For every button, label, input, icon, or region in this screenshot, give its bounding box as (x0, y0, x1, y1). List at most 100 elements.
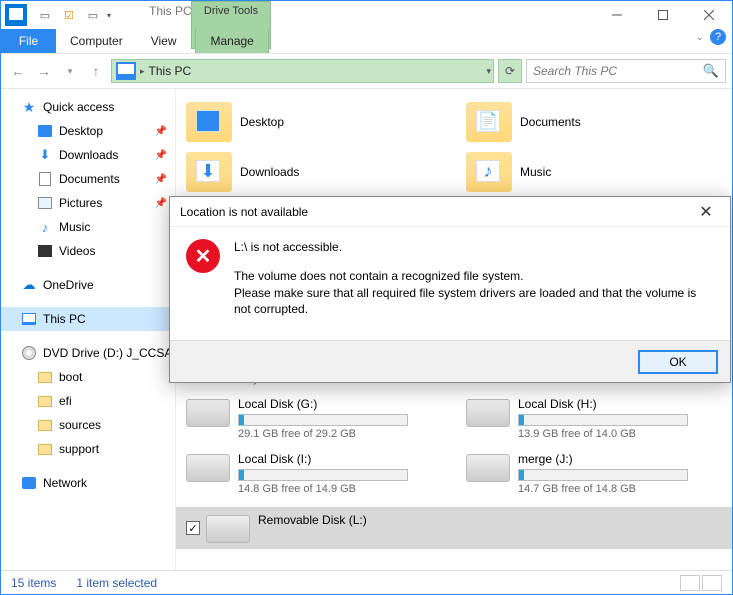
cloud-icon: ☁ (21, 277, 37, 293)
manage-tab[interactable]: Manage (195, 29, 268, 53)
breadcrumb[interactable]: This PC (145, 64, 196, 78)
drive-h[interactable]: Local Disk (H:) 13.9 GB free of 14.0 GB (466, 397, 706, 440)
back-button[interactable]: ← (7, 60, 29, 82)
sidebar-pictures[interactable]: Pictures📌 (1, 191, 175, 215)
details-view-button[interactable] (680, 575, 700, 591)
removable-drive-icon (206, 515, 250, 543)
sidebar-item-label: Documents (59, 172, 120, 186)
computer-tab[interactable]: Computer (56, 29, 137, 53)
folder-documents[interactable]: 📄 Documents (466, 97, 706, 147)
drive-free-label: 29.1 GB free of 29.2 GB (238, 428, 426, 440)
pc-icon (22, 313, 36, 325)
drive-capacity-bar (518, 414, 688, 426)
sidebar-documents[interactable]: Documents 📌 (1, 167, 175, 191)
item-label: Desktop (240, 115, 284, 129)
pictures-icon (38, 197, 52, 209)
folder-icon (186, 102, 232, 142)
navigation-bar: ← → ▾ ↑ ▸ This PC ▾ ⟳ 🔍 (1, 53, 732, 89)
desktop-icon (38, 125, 52, 137)
pin-icon: 📌 (155, 174, 167, 185)
sidebar-sources[interactable]: sources (1, 413, 175, 437)
drive-capacity-bar (238, 414, 408, 426)
sidebar-item-label: DVD Drive (D:) J_CCSA (43, 346, 172, 360)
drive-j[interactable]: merge (J:) 14.7 GB free of 14.8 GB (466, 452, 706, 495)
drive-g[interactable]: Local Disk (G:) 29.1 GB free of 29.2 GB (186, 397, 426, 440)
sidebar-dvd[interactable]: DVD Drive (D:) J_CCSA (1, 341, 175, 365)
qat-newfolder-icon[interactable]: ▭ (83, 5, 103, 25)
sidebar-videos[interactable]: Videos (1, 239, 175, 263)
sidebar-support[interactable]: support (1, 437, 175, 461)
item-label: Music (520, 165, 551, 179)
drive-name: Local Disk (G:) (238, 397, 426, 411)
refresh-button[interactable]: ⟳ (498, 59, 522, 83)
sidebar-network[interactable]: Network (1, 471, 175, 495)
sidebar-item-label: Music (59, 220, 90, 234)
address-bar[interactable]: ▸ This PC ▾ (111, 59, 494, 83)
dialog-close-button[interactable]: ✕ (692, 202, 720, 222)
sidebar-this-pc[interactable]: This PC (1, 307, 175, 331)
address-dropdown-icon[interactable]: ▾ (486, 66, 491, 77)
sidebar-onedrive[interactable]: ☁OneDrive (1, 273, 175, 297)
dialog-titlebar: Location is not available ✕ (170, 197, 730, 227)
search-icon[interactable]: 🔍 (703, 63, 719, 79)
drive-icon (186, 454, 230, 482)
folder-downloads[interactable]: ⬇ Downloads (186, 147, 426, 197)
drive-free-label: 14.8 GB free of 14.9 GB (238, 483, 426, 495)
ribbon-tabs: File Computer View Manage ⌄ ? (1, 29, 732, 53)
sidebar-item-label: Pictures (59, 196, 102, 210)
dialog-title: Location is not available (180, 205, 308, 219)
music-icon: ♪ (37, 219, 53, 235)
search-input[interactable] (533, 64, 703, 78)
sidebar-item-label: support (59, 442, 99, 456)
folder-desktop[interactable]: Desktop (186, 97, 426, 147)
sidebar-efi[interactable]: efi (1, 389, 175, 413)
folder-icon (38, 396, 52, 407)
recent-locations-icon[interactable]: ▾ (59, 60, 81, 82)
drive-i[interactable]: Local Disk (I:) 14.8 GB free of 14.9 GB (186, 452, 426, 495)
disc-icon (22, 346, 36, 360)
folder-icon: ♪ (466, 152, 512, 192)
qat-checkbox-icon[interactable]: ☑ (59, 5, 79, 25)
sidebar-quick-access[interactable]: ★Quick access (1, 95, 175, 119)
up-button[interactable]: ↑ (85, 60, 107, 82)
video-icon (38, 245, 52, 257)
help-icon[interactable]: ? (710, 29, 726, 45)
item-label: Documents (520, 115, 581, 129)
search-box[interactable]: 🔍 (526, 59, 726, 83)
app-icon[interactable] (5, 4, 27, 26)
drive-name: Removable Disk (L:) (258, 513, 446, 527)
titlebar: ▭ ☑ ▭ ▾ Drive Tools This PC (1, 1, 732, 29)
folder-icon: 📄 (466, 102, 512, 142)
qat-dropdown-icon[interactable]: ▾ (107, 11, 119, 20)
window-title: This PC (149, 1, 192, 18)
sidebar-item-label: Desktop (59, 124, 103, 138)
ok-button[interactable]: OK (638, 350, 718, 374)
folder-icon (38, 372, 52, 383)
drive-icon (186, 399, 230, 427)
selection-checkbox[interactable]: ✓ (186, 521, 200, 535)
drive-free-label: 13.9 GB free of 14.0 GB (518, 428, 706, 440)
pin-icon: 📌 (155, 150, 167, 161)
close-button[interactable] (686, 1, 732, 29)
view-tab[interactable]: View (137, 29, 191, 53)
dialog-footer: OK (170, 340, 730, 382)
sidebar-boot[interactable]: boot (1, 365, 175, 389)
sidebar-music[interactable]: ♪ Music (1, 215, 175, 239)
sidebar-desktop[interactable]: Desktop📌 (1, 119, 175, 143)
thumbnails-view-button[interactable] (702, 575, 722, 591)
folder-music[interactable]: ♪ Music (466, 147, 706, 197)
sidebar-item-label: Videos (59, 244, 95, 258)
file-tab[interactable]: File (1, 29, 56, 53)
qat-properties-icon[interactable]: ▭ (35, 5, 55, 25)
download-icon: ⬇ (37, 147, 53, 163)
maximize-button[interactable] (640, 1, 686, 29)
drive-icon (466, 454, 510, 482)
folder-icon (38, 420, 52, 431)
collapse-ribbon-icon[interactable]: ⌄ (696, 32, 704, 43)
forward-button[interactable]: → (33, 60, 55, 82)
drive-l-selected[interactable]: ✓ Removable Disk (L:) (176, 507, 732, 549)
minimize-button[interactable] (594, 1, 640, 29)
sidebar-item-label: This PC (43, 312, 86, 326)
sidebar-downloads[interactable]: ⬇Downloads📌 (1, 143, 175, 167)
item-label: Downloads (240, 165, 299, 179)
